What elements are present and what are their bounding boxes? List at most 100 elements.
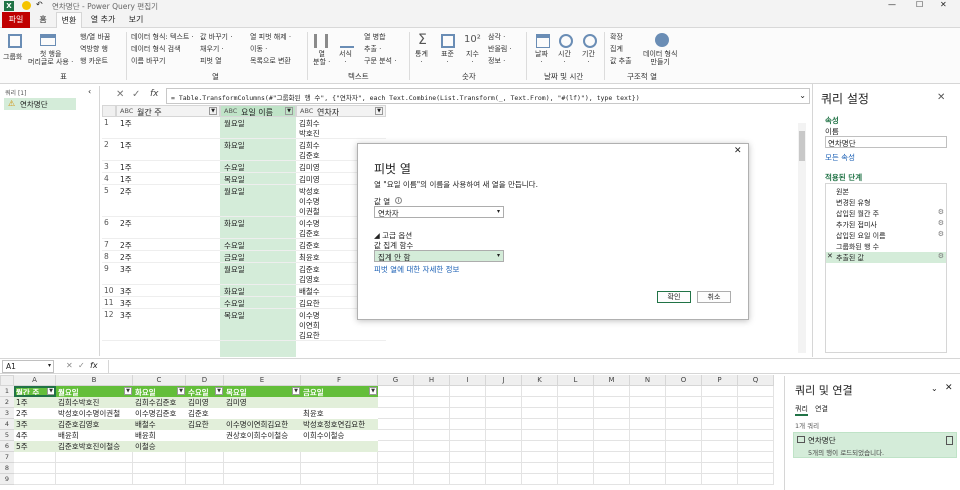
scientific-button[interactable]: 지수 · — [466, 50, 479, 66]
sheet-cell[interactable]: 김준호 — [186, 408, 224, 419]
sheet-cell[interactable]: 김희수김준호 — [133, 397, 186, 408]
sheet-cell[interactable]: 배윤희 — [133, 430, 186, 441]
column-letter[interactable]: O — [666, 375, 702, 386]
applied-step[interactable]: ✕ 추출된 값 ⚙ — [826, 252, 946, 263]
smiley-icon[interactable] — [22, 1, 31, 10]
table-row[interactable]: 3 1주 수요일 김미영 — [102, 161, 386, 173]
use-first-row-button[interactable]: 첫 행을 머리글로 사용 · — [28, 50, 73, 66]
applied-step[interactable]: 삽입된 요일 이름 ⚙ — [826, 230, 946, 241]
column-letter[interactable]: G — [378, 375, 414, 386]
sheet-cell[interactable]: 5주 — [14, 441, 56, 452]
statistics-button[interactable]: 통계 · — [415, 50, 428, 66]
sheet-cell[interactable]: 김요한 — [186, 419, 224, 430]
gear-icon[interactable]: ⚙ — [938, 208, 944, 216]
filter-dropdown-icon[interactable]: ▼ — [124, 387, 132, 395]
column-letter[interactable]: H — [414, 375, 450, 386]
sheet-cell[interactable]: 김미영 — [186, 397, 224, 408]
date-button[interactable]: 날짜 · — [535, 50, 548, 66]
row-number[interactable]: 9 — [0, 474, 14, 485]
sheet-cell[interactable]: 배철수 — [133, 419, 186, 430]
sheet-cell[interactable]: 김준호김영호 — [56, 419, 133, 430]
excel-app-icon[interactable]: X — [4, 1, 14, 11]
sheet-cell[interactable]: 김희수박호진 — [56, 397, 133, 408]
sheet-cell[interactable]: 3주 — [14, 419, 56, 430]
count-rows-button[interactable]: 행 카운트 — [80, 56, 108, 66]
column-letter[interactable]: M — [594, 375, 630, 386]
row-number[interactable]: 8 — [0, 463, 14, 474]
parse-button[interactable]: 구문 분석 · — [364, 56, 396, 66]
sheet-cell[interactable]: 이철승 — [133, 441, 186, 452]
detect-data-type-button[interactable]: 데이터 형식 검색 — [131, 44, 181, 54]
tab-file[interactable]: 파일 — [2, 12, 30, 28]
applied-step[interactable]: 원본 — [826, 186, 946, 197]
column-letter[interactable]: A — [14, 375, 56, 386]
convert-to-list-button[interactable]: 목록으로 변환 — [250, 56, 291, 66]
table-header-cell[interactable]: 목요일 ▼ — [224, 386, 301, 397]
sheet-cell[interactable]: 2주 — [14, 408, 56, 419]
replace-values-button[interactable]: 값 바꾸기 · — [200, 32, 232, 42]
applied-step[interactable]: 삽입된 월간 주 ⚙ — [826, 208, 946, 219]
row-number[interactable]: 5 — [0, 430, 14, 441]
time-button[interactable]: 시간 · — [558, 50, 571, 66]
query-name-input[interactable]: 연차명단 — [825, 136, 947, 148]
rename-button[interactable]: 이름 바꾸기 — [131, 56, 165, 66]
format-button[interactable]: 서식 · — [339, 50, 352, 66]
sheet-cell[interactable]: 배윤희 — [56, 430, 133, 441]
text-type-icon[interactable]: ABC — [300, 107, 313, 115]
sheet-cell[interactable]: 이희수이철승 — [301, 430, 378, 441]
undo-icon[interactable]: ↶ — [36, 0, 43, 9]
create-data-type-button[interactable]: 데이터 형식 만들기 — [643, 50, 677, 66]
ok-button[interactable]: 확인 — [657, 291, 691, 303]
filter-dropdown-icon[interactable]: ▼ — [215, 387, 223, 395]
close-window-button[interactable]: ✕ — [940, 0, 947, 9]
column-letter[interactable]: K — [522, 375, 558, 386]
sheet-cell[interactable]: 이수명김준호 — [133, 408, 186, 419]
split-column-button[interactable]: 열 분할 · — [313, 50, 330, 66]
learn-more-link[interactable]: 피벗 열에 대한 자세한 정보 — [374, 264, 459, 275]
cancel-button[interactable]: 취소 — [697, 291, 731, 303]
column-header[interactable]: ABC 요일 이름 ▼ — [220, 105, 296, 117]
qc-close-icon[interactable]: ✕ — [945, 383, 953, 393]
gear-icon[interactable]: ⚙ — [938, 252, 944, 260]
merge-columns-button[interactable]: 열 병합 — [364, 32, 386, 42]
confirm-formula-icon[interactable]: ✓ — [132, 89, 140, 100]
information-button[interactable]: 정보 · — [488, 56, 505, 66]
sheet-cell[interactable]: 박성호이수명이권철 — [56, 408, 133, 419]
vertical-scrollbar[interactable] — [798, 123, 806, 353]
table-row[interactable]: 1 1주 월요일 김희수 박호진 — [102, 117, 386, 139]
sheet-cell[interactable] — [301, 397, 378, 408]
maximize-button[interactable]: ☐ — [916, 0, 923, 9]
applied-step[interactable]: 변경된 유형 — [826, 197, 946, 208]
sheet-cell[interactable]: 4주 — [14, 430, 56, 441]
extract-button[interactable]: 추출 · — [364, 44, 381, 54]
formula-input[interactable]: = Table.TransformColumns(#"그룹화된 행 수", {"… — [166, 88, 810, 104]
gear-icon[interactable]: ⚙ — [938, 219, 944, 227]
sheet-cell[interactable]: 권상호이희수이철승 — [224, 430, 301, 441]
row-number[interactable]: 6 — [0, 441, 14, 452]
column-letter[interactable]: D — [186, 375, 224, 386]
reverse-rows-button[interactable]: 역방향 행 — [80, 44, 108, 54]
value-column-select[interactable]: 연차자 ▾ — [374, 206, 504, 218]
delete-step-icon[interactable]: ✕ — [827, 252, 833, 260]
filter-dropdown-icon[interactable]: ▼ — [177, 387, 185, 395]
filter-dropdown-icon[interactable]: ▼ — [285, 107, 293, 115]
table-row[interactable]: 11 3주 수요일 김요한 — [102, 297, 386, 309]
expand-button[interactable]: 확장 — [610, 32, 623, 42]
column-letter[interactable]: E — [224, 375, 301, 386]
sheet-cell[interactable] — [186, 430, 224, 441]
table-header-cell[interactable]: 수요일 ▼ — [186, 386, 224, 397]
minimize-button[interactable]: — — [888, 0, 896, 9]
table-row[interactable]: 12 3주 목요일 이수명 이연희 김요한 — [102, 309, 386, 341]
move-button[interactable]: 이동 · — [250, 44, 267, 54]
scroll-thumb[interactable] — [799, 131, 805, 161]
sheet-cell[interactable]: 김미영 — [224, 397, 301, 408]
column-header[interactable]: ABC 월간 주 ▼ — [116, 105, 220, 117]
confirm-formula-icon[interactable]: ✓ — [78, 361, 85, 370]
column-letter[interactable]: Q — [738, 375, 774, 386]
filter-dropdown-icon[interactable]: ▼ — [209, 107, 217, 115]
column-letter[interactable]: B — [56, 375, 133, 386]
qc-options-icon[interactable]: ⌄ — [931, 384, 938, 393]
row-number[interactable]: 1 — [0, 386, 14, 397]
pivot-column-button[interactable]: 피벗 열 — [200, 56, 222, 66]
filter-dropdown-icon[interactable]: ▼ — [292, 387, 300, 395]
